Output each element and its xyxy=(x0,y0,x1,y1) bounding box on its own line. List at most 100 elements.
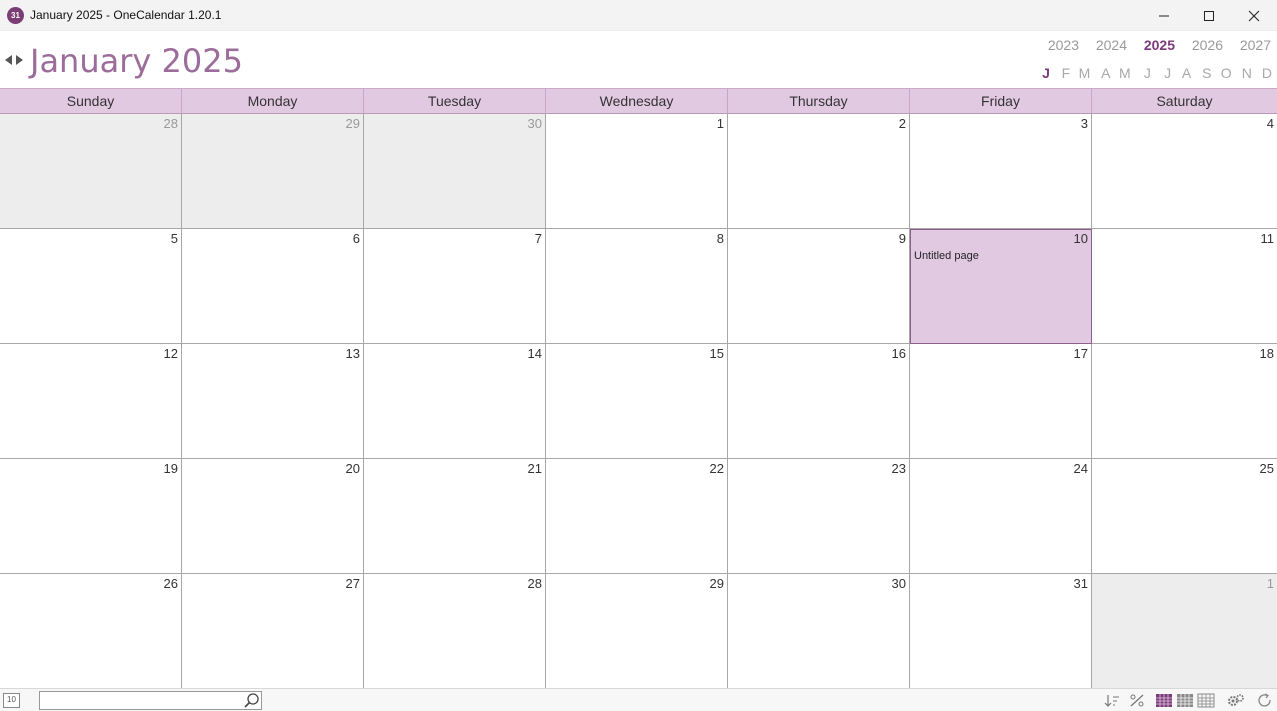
month-nav-arrows[interactable] xyxy=(4,52,24,68)
year-2026[interactable]: 2026 xyxy=(1175,37,1223,53)
month-5[interactable]: M xyxy=(1111,65,1131,81)
day-cell[interactable]: 5 xyxy=(0,229,182,344)
day-cell[interactable]: 21 xyxy=(364,459,546,574)
day-cell[interactable]: 2 xyxy=(728,114,910,229)
day-number: 1 xyxy=(1266,576,1274,591)
day-cell[interactable]: 6 xyxy=(182,229,364,344)
weekday-tuesday: Tuesday xyxy=(364,89,546,113)
day-cell[interactable]: 14 xyxy=(364,344,546,459)
month-9[interactable]: S xyxy=(1191,65,1211,81)
day-cell[interactable]: 8 xyxy=(546,229,728,344)
day-cell[interactable]: 19 xyxy=(0,459,182,574)
refresh-icon[interactable] xyxy=(1256,692,1274,709)
day-cell[interactable]: 1 xyxy=(546,114,728,229)
day-number: 20 xyxy=(345,461,360,476)
day-number: 16 xyxy=(891,346,906,361)
week-view-icon[interactable] xyxy=(1176,692,1194,709)
minimize-button[interactable] xyxy=(1141,0,1187,31)
month-3[interactable]: M xyxy=(1070,65,1091,81)
year-2024[interactable]: 2024 xyxy=(1079,37,1127,53)
day-number: 13 xyxy=(345,346,360,361)
day-cell[interactable]: 27 xyxy=(182,574,364,689)
day-cell[interactable]: 1 xyxy=(1092,574,1277,689)
month-6[interactable]: J xyxy=(1131,65,1151,81)
search-input[interactable] xyxy=(39,691,262,710)
page-title: January 2025 xyxy=(30,42,243,80)
month-2[interactable]: F xyxy=(1050,65,1071,81)
day-cell[interactable]: 13 xyxy=(182,344,364,459)
day-cell[interactable]: 28 xyxy=(364,574,546,689)
day-cell[interactable]: 12 xyxy=(0,344,182,459)
week-row: 26 27 28 29 30 31 1 xyxy=(0,574,1277,689)
title-bar: 31 January 2025 - OneCalendar 1.20.1 xyxy=(0,0,1277,31)
month-11[interactable]: N xyxy=(1232,65,1252,81)
day-number: 6 xyxy=(352,231,360,246)
day-number: 4 xyxy=(1266,116,1274,131)
day-number: 21 xyxy=(527,461,542,476)
day-cell[interactable]: 28 xyxy=(0,114,182,229)
year-2027[interactable]: 2027 xyxy=(1223,37,1271,53)
day-number: 8 xyxy=(716,231,724,246)
weekday-wednesday: Wednesday xyxy=(546,89,728,113)
day-cell[interactable]: 3 xyxy=(910,114,1092,229)
day-cell[interactable]: 26 xyxy=(0,574,182,689)
day-number: 9 xyxy=(898,231,906,246)
search-icon[interactable] xyxy=(243,692,261,709)
day-number: 28 xyxy=(163,116,178,131)
day-cell[interactable]: 15 xyxy=(546,344,728,459)
week-row: 19 20 21 22 23 24 25 xyxy=(0,459,1277,574)
day-cell[interactable]: 30 xyxy=(728,574,910,689)
close-button[interactable] xyxy=(1231,0,1277,31)
day-cell[interactable]: 30 xyxy=(364,114,546,229)
status-bar: 10 xyxy=(0,688,1277,711)
day-cell[interactable]: 22 xyxy=(546,459,728,574)
day-number: 23 xyxy=(891,461,906,476)
day-cell[interactable]: 29 xyxy=(546,574,728,689)
month-7[interactable]: J xyxy=(1151,65,1171,81)
weekday-monday: Monday xyxy=(182,89,364,113)
year-view-icon[interactable] xyxy=(1197,692,1215,709)
day-cell[interactable]: 24 xyxy=(910,459,1092,574)
week-row: 5 6 7 8 9 10 Untitled page 11 xyxy=(0,229,1277,344)
day-cell[interactable]: 7 xyxy=(364,229,546,344)
day-cell[interactable]: 29 xyxy=(182,114,364,229)
maximize-button[interactable] xyxy=(1186,0,1232,31)
day-number: 19 xyxy=(163,461,178,476)
day-number: 7 xyxy=(534,231,542,246)
month-view-icon[interactable] xyxy=(1155,692,1173,709)
month-8[interactable]: A xyxy=(1171,65,1191,81)
day-cell[interactable]: 23 xyxy=(728,459,910,574)
day-number: 26 xyxy=(163,576,178,591)
day-cell[interactable]: 4 xyxy=(1092,114,1277,229)
day-cell[interactable]: 10 Untitled page xyxy=(910,229,1092,344)
day-cell[interactable]: 11 xyxy=(1092,229,1277,344)
month-4[interactable]: A xyxy=(1090,65,1110,81)
day-cell[interactable]: 17 xyxy=(910,344,1092,459)
day-cell[interactable]: 9 xyxy=(728,229,910,344)
day-number: 12 xyxy=(163,346,178,361)
sort-icon[interactable] xyxy=(1103,692,1121,709)
month-10[interactable]: O xyxy=(1211,65,1232,81)
day-cell[interactable]: 20 xyxy=(182,459,364,574)
settings-gears-icon[interactable] xyxy=(1227,692,1245,709)
day-number: 22 xyxy=(709,461,724,476)
day-number: 29 xyxy=(345,116,360,131)
day-cell[interactable]: 25 xyxy=(1092,459,1277,574)
weekday-thursday: Thursday xyxy=(728,89,910,113)
week-row: 28 29 30 1 2 3 4 xyxy=(0,114,1277,229)
day-cell[interactable]: 16 xyxy=(728,344,910,459)
calendar-grid: 28 29 30 1 2 3 4 5 6 7 8 9 10 Untitled page 11 12 13 14 15… xyxy=(0,114,1277,689)
day-number: 10 xyxy=(1073,231,1088,246)
percent-icon[interactable] xyxy=(1128,692,1146,709)
app-icon: 31 xyxy=(7,7,24,24)
day-cell[interactable]: 18 xyxy=(1092,344,1277,459)
month-12[interactable]: D xyxy=(1252,65,1272,81)
today-calendar-icon[interactable]: 10 xyxy=(3,693,20,708)
day-number: 14 xyxy=(527,346,542,361)
year-2023[interactable]: 2023 xyxy=(1031,37,1079,53)
day-number: 17 xyxy=(1073,346,1088,361)
day-cell[interactable]: 31 xyxy=(910,574,1092,689)
event-link[interactable]: Untitled page xyxy=(914,250,979,262)
year-2025[interactable]: 2025 xyxy=(1127,37,1175,53)
month-1[interactable]: J xyxy=(1030,65,1050,81)
